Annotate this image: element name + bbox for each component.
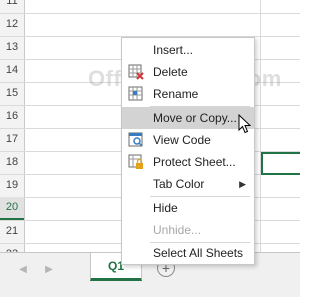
menu-item-rename[interactable]: Rename (122, 83, 254, 105)
menu-item-label: Delete (153, 65, 188, 79)
menu-item-label: Tab Color (153, 177, 205, 191)
row-number[interactable]: 21 (0, 220, 24, 243)
menu-item-unhide: Unhide... (122, 219, 254, 241)
menu-item-delete[interactable]: Delete (122, 61, 254, 83)
row-number[interactable]: 16 (0, 105, 24, 128)
menu-item-insert[interactable]: Insert... (122, 39, 254, 61)
menu-item-label: Select All Sheets (153, 246, 244, 260)
menu-item-select-all-sheets[interactable]: Select All Sheets (122, 242, 254, 264)
row-number[interactable]: 19 (0, 174, 24, 197)
menu-item-protect-sheet[interactable]: Protect Sheet... (122, 151, 254, 173)
row-number[interactable]: 18 (0, 151, 24, 174)
row-number[interactable]: 22 (0, 243, 24, 252)
scroll-tabs-right-icon[interactable]: ▶ (44, 265, 54, 275)
view-code-icon (128, 132, 144, 148)
rename-sheet-icon (128, 86, 144, 102)
row-number[interactable]: 12 (0, 13, 24, 36)
row-number[interactable]: 14 (0, 59, 24, 82)
delete-sheet-icon (128, 64, 144, 80)
menu-item-label: Hide (153, 201, 178, 215)
active-row-number[interactable]: 20 (0, 197, 24, 220)
row-number[interactable]: 13 (0, 36, 24, 59)
menu-item-view-code[interactable]: View Code (122, 129, 254, 151)
submenu-arrow-icon: ▶ (239, 179, 246, 189)
menu-item-label: Rename (153, 87, 199, 101)
row-number[interactable]: 11 (0, 0, 24, 13)
row-11[interactable]: 11 (0, 0, 300, 14)
menu-item-tab-color[interactable]: Tab Color ▶ (122, 173, 254, 195)
menu-item-move-or-copy[interactable]: Move or Copy... (122, 107, 254, 129)
selected-cell[interactable] (261, 152, 300, 175)
row-number[interactable]: 15 (0, 82, 24, 105)
menu-item-label: Protect Sheet... (153, 155, 236, 169)
menu-item-label: Unhide... (153, 223, 202, 237)
menu-item-hide[interactable]: Hide (122, 197, 254, 219)
menu-item-label: Insert... (153, 43, 194, 57)
menu-item-label: View Code (153, 133, 211, 147)
mouse-pointer-icon (238, 113, 252, 139)
row-number[interactable]: 17 (0, 128, 24, 151)
row-12[interactable]: 12 (0, 13, 300, 37)
protect-sheet-icon (128, 154, 144, 170)
menu-item-label: Move or Copy... (153, 111, 237, 125)
sheet-context-menu: Insert... Delete Rename Move or Copy... … (121, 37, 255, 265)
scroll-tabs-left-icon[interactable]: ◀ (18, 265, 28, 275)
